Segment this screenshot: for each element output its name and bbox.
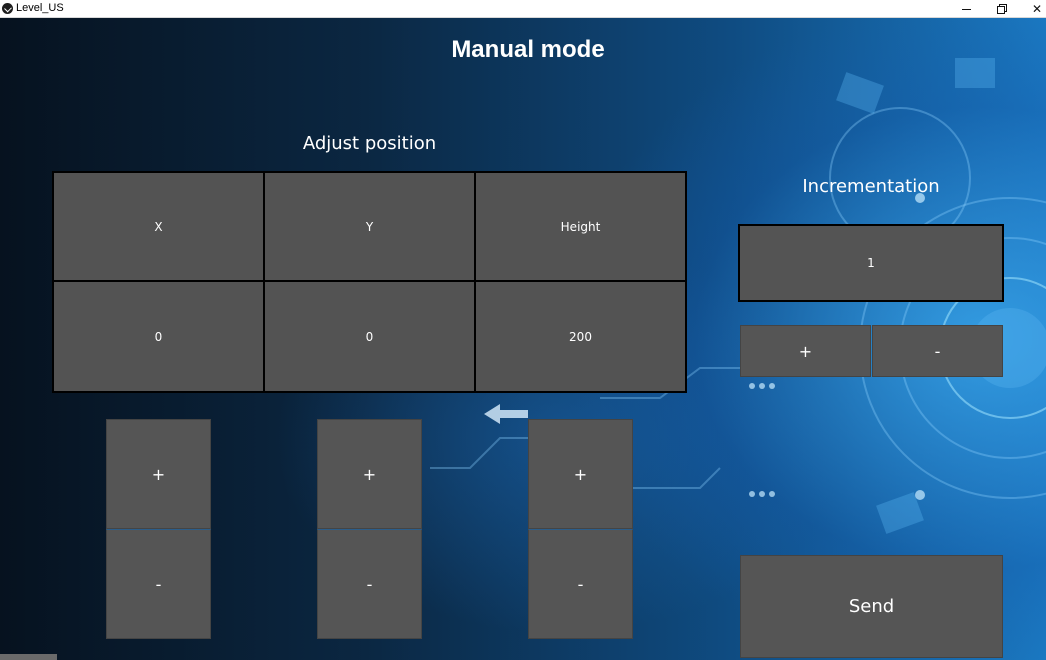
window-title: Level_US <box>16 2 64 14</box>
arrow-left-icon <box>484 404 528 424</box>
page-title: Manual mode <box>451 36 605 63</box>
value-x[interactable]: 0 <box>54 282 263 391</box>
restore-icon <box>996 4 1007 14</box>
restore-button[interactable] <box>984 0 1018 17</box>
close-icon: ✕ <box>1031 1 1043 16</box>
bottom-left-tab[interactable] <box>0 654 57 660</box>
window-titlebar: Level_US ✕ <box>0 0 1046 18</box>
increment-minus-button[interactable]: - <box>872 325 1003 377</box>
adjust-position-title: Adjust position <box>302 133 437 154</box>
value-height[interactable]: 200 <box>476 282 685 391</box>
incrementation-title: Incrementation <box>802 176 940 197</box>
x-minus-button[interactable]: - <box>106 529 211 639</box>
position-table: X Y Height 0 0 200 <box>52 171 687 393</box>
header-height: Height <box>476 173 685 280</box>
height-plus-button[interactable]: + <box>528 419 633 529</box>
x-plus-button[interactable]: + <box>106 419 211 529</box>
value-y[interactable]: 0 <box>265 282 474 391</box>
height-minus-button[interactable]: - <box>528 529 633 639</box>
y-minus-button[interactable]: - <box>317 529 422 639</box>
send-button[interactable]: Send <box>740 555 1003 658</box>
app-icon <box>2 3 13 14</box>
minimize-icon <box>961 9 971 10</box>
incrementation-value[interactable]: 1 <box>738 224 1004 302</box>
minimize-button[interactable] <box>949 0 983 17</box>
close-button[interactable]: ✕ <box>1020 0 1046 17</box>
header-x: X <box>54 173 263 280</box>
increment-plus-button[interactable]: + <box>740 325 871 377</box>
header-y: Y <box>265 173 474 280</box>
y-plus-button[interactable]: + <box>317 419 422 529</box>
